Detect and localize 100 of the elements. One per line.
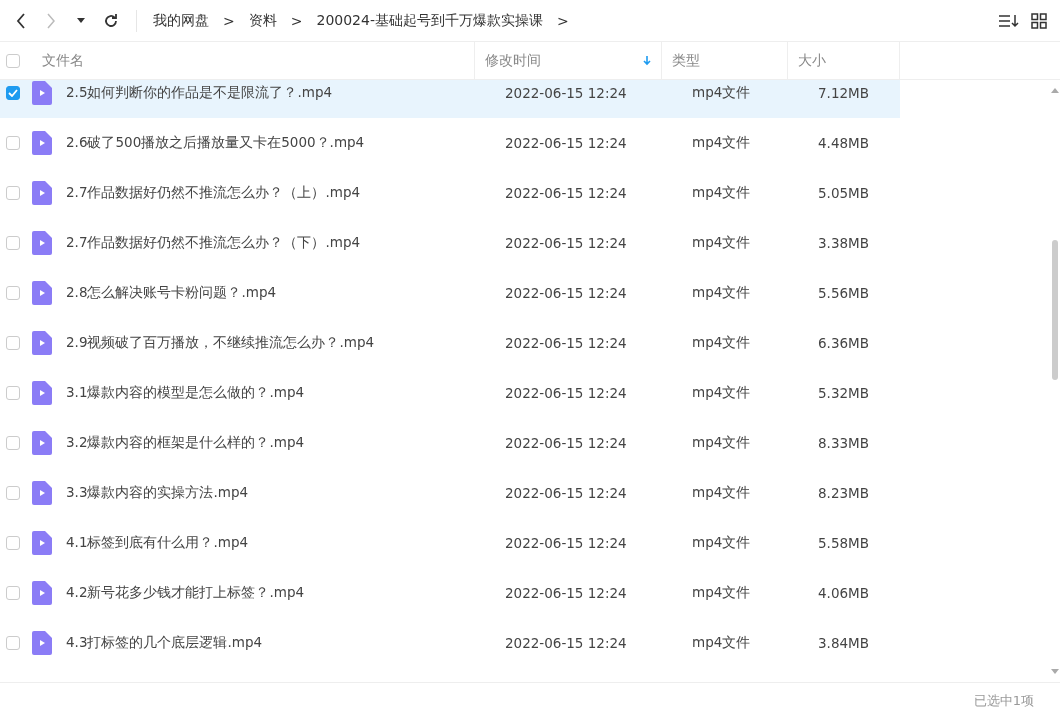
refresh-icon[interactable] [103, 12, 119, 29]
file-name: 3.2爆款内容的框架是什么样的？.mp4 [65, 434, 306, 452]
row-checkbox[interactable] [6, 86, 20, 100]
column-header[interactable]: 修改时间 [475, 42, 662, 79]
file-size: 4.48MB [817, 135, 870, 151]
file-name: 2.7作品数据好仍然不推流怎么办？（下）.mp4 [65, 234, 362, 252]
file-row[interactable]: 3.2爆款内容的框架是什么样的？.mp4 2022-06-15 12:24 mp4文件 8.33MB [0, 418, 900, 468]
column-header[interactable]: 大小 [788, 42, 900, 79]
file-size: 5.32MB [817, 385, 870, 401]
video-file-icon [32, 181, 52, 205]
file-size: 5.56MB [817, 285, 870, 301]
video-file-icon [32, 131, 52, 155]
column-label: 类型 [672, 51, 700, 70]
breadcrumb-separator: > [222, 12, 236, 29]
file-type: mp4文件 [691, 334, 752, 352]
row-checkbox[interactable] [6, 136, 20, 150]
row-checkbox[interactable] [6, 536, 20, 550]
row-checkbox[interactable] [6, 386, 20, 400]
video-file-icon [32, 431, 52, 455]
file-size: 3.84MB [817, 635, 870, 651]
modified-time: 2022-06-15 12:24 [504, 435, 628, 451]
file-row[interactable]: 2.5如何判断你的作品是不是限流了？.mp4 2022-06-15 12:24 mp4文件 7.12MB [0, 80, 900, 118]
row-checkbox[interactable] [6, 236, 20, 250]
file-type: mp4文件 [691, 84, 752, 102]
modified-time: 2022-06-15 12:24 [504, 135, 628, 151]
row-checkbox[interactable] [6, 186, 20, 200]
file-type: mp4文件 [691, 534, 752, 552]
file-size: 8.33MB [817, 435, 870, 451]
modified-time: 2022-06-15 12:24 [504, 535, 628, 551]
video-file-icon [32, 531, 52, 555]
breadcrumb-separator: > [289, 12, 304, 29]
sort-icon[interactable] [999, 13, 1019, 28]
grid-view-icon[interactable] [1031, 12, 1047, 29]
file-type: mp4文件 [691, 384, 752, 402]
chevron-left-icon[interactable] [16, 12, 26, 29]
file-name: 2.7作品数据好仍然不推流怎么办？（上）.mp4 [65, 184, 362, 202]
modified-time: 2022-06-15 12:24 [504, 85, 628, 101]
row-checkbox[interactable] [6, 436, 20, 450]
modified-time: 2022-06-15 12:24 [504, 385, 628, 401]
breadcrumb-link[interactable]: 资料 [244, 11, 281, 30]
file-type: mp4文件 [691, 434, 752, 452]
column-header[interactable]: 类型 [662, 42, 788, 79]
file-row[interactable]: 2.6破了500播放之后播放量又卡在5000？.mp4 2022-06-15 12:24 mp4文件 4.48MB [0, 118, 900, 168]
file-size: 6.36MB [817, 335, 870, 351]
file-row[interactable]: 3.3爆款内容的实操方法.mp4 2022-06-15 12:24 mp4文件 8.23MB [0, 468, 900, 518]
file-row[interactable]: 2.7作品数据好仍然不推流怎么办？（上）.mp4 2022-06-15 12:24 mp4文件 5.05MB [0, 168, 900, 218]
file-size: 7.12MB [817, 85, 870, 101]
file-row[interactable]: 4.2新号花多少钱才能打上标签？.mp4 2022-06-15 12:24 mp4文件 4.06MB [0, 568, 900, 618]
row-checkbox[interactable] [6, 286, 20, 300]
video-file-icon [32, 331, 52, 355]
column-label: 大小 [798, 51, 826, 70]
column-header[interactable]: 文件名 [32, 42, 475, 79]
row-checkbox[interactable] [6, 336, 20, 350]
modified-time: 2022-06-15 12:24 [504, 485, 628, 501]
video-file-icon [32, 481, 52, 505]
modified-time: 2022-06-15 12:24 [504, 635, 628, 651]
breadcrumb-link[interactable]: 我的网盘 [149, 11, 213, 30]
file-name: 3.3爆款内容的实操方法.mp4 [65, 484, 250, 502]
file-row[interactable]: 2.9视频破了百万播放，不继续推流怎么办？.mp4 2022-06-15 12:24 mp4文件 6.36MB [0, 318, 900, 368]
video-file-icon [32, 81, 52, 105]
file-name: 2.8怎么解决账号卡粉问题？.mp4 [65, 284, 278, 302]
select-all-checkbox[interactable] [6, 53, 20, 68]
row-checkbox[interactable] [6, 486, 20, 500]
file-type: mp4文件 [691, 134, 752, 152]
breadcrumb-link[interactable]: 200024-基础起号到千万爆款实操课 [312, 11, 547, 30]
scroll-up-arrow-icon[interactable] [1051, 88, 1059, 93]
modified-time: 2022-06-15 12:24 [504, 235, 628, 251]
modified-time: 2022-06-15 12:24 [504, 335, 628, 351]
file-name: 4.2新号花多少钱才能打上标签？.mp4 [65, 584, 306, 602]
file-row[interactable]: 2.7作品数据好仍然不推流怎么办？（下）.mp4 2022-06-15 12:24 mp4文件 3.38MB [0, 218, 900, 268]
file-size: 8.23MB [817, 485, 870, 501]
modified-time: 2022-06-15 12:24 [504, 185, 628, 201]
caret-down-icon[interactable] [77, 18, 85, 23]
chevron-right-icon[interactable] [46, 12, 56, 29]
file-row[interactable]: 4.3打标签的几个底层逻辑.mp4 2022-06-15 12:24 mp4文件 3.84MB [0, 618, 900, 668]
file-size: 3.38MB [817, 235, 870, 251]
row-checkbox[interactable] [6, 636, 20, 650]
column-label: 文件名 [42, 51, 84, 70]
video-file-icon [32, 381, 52, 405]
file-size: 5.58MB [817, 535, 870, 551]
file-type: mp4文件 [691, 484, 752, 502]
video-file-icon [32, 631, 52, 655]
file-type: mp4文件 [691, 284, 752, 302]
video-file-icon [32, 581, 52, 605]
file-row[interactable]: 2.8怎么解决账号卡粉问题？.mp4 2022-06-15 12:24 mp4文件 5.56MB [0, 268, 900, 318]
file-type: mp4文件 [691, 634, 752, 652]
file-row[interactable]: 4.1标签到底有什么用？.mp4 2022-06-15 12:24 mp4文件 5.58MB [0, 518, 900, 568]
file-type: mp4文件 [691, 234, 752, 252]
file-name: 2.5如何判断你的作品是不是限流了？.mp4 [65, 84, 334, 102]
scrollbar-thumb[interactable] [1052, 240, 1058, 380]
row-checkbox[interactable] [6, 586, 20, 600]
video-file-icon [32, 231, 52, 255]
file-name: 2.6破了500播放之后播放量又卡在5000？.mp4 [65, 134, 366, 152]
breadcrumb-separator: > [555, 12, 570, 29]
file-type: mp4文件 [691, 584, 752, 602]
file-name: 3.1爆款内容的模型是怎么做的？.mp4 [65, 384, 306, 402]
file-name: 4.1标签到底有什么用？.mp4 [65, 534, 250, 552]
file-name: 2.9视频破了百万播放，不继续推流怎么办？.mp4 [65, 334, 376, 352]
scroll-down-arrow-icon[interactable] [1051, 669, 1059, 674]
file-row[interactable]: 3.1爆款内容的模型是怎么做的？.mp4 2022-06-15 12:24 mp4文件 5.32MB [0, 368, 900, 418]
